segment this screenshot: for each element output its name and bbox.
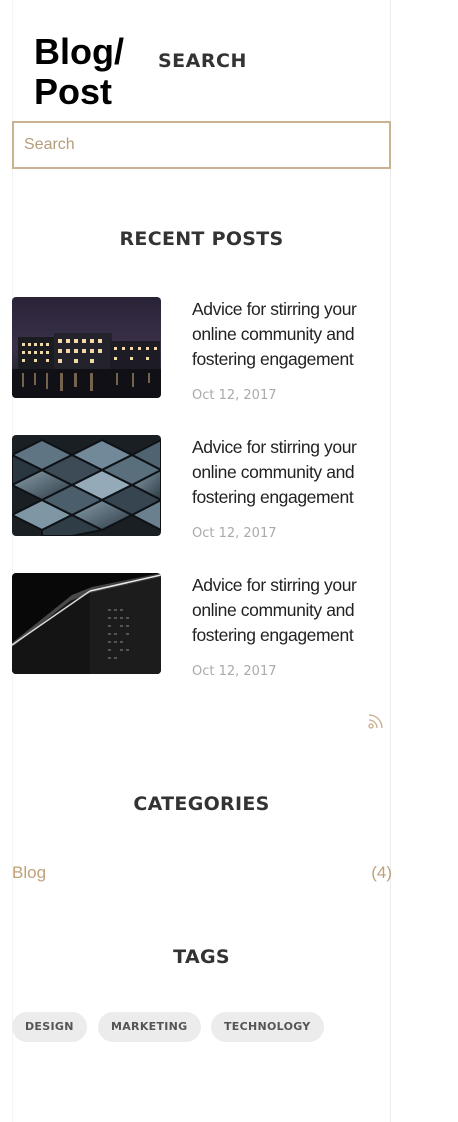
page-title-line-2: Post — [34, 71, 113, 112]
tag-marketing[interactable]: MARKETING — [98, 1012, 201, 1042]
post-date: Oct 12, 2017 — [192, 526, 277, 541]
post-thumbnail-night-city[interactable] — [12, 297, 161, 398]
tag-design[interactable]: DESIGN — [12, 1012, 87, 1042]
category-item: Blog (4) — [12, 863, 392, 889]
post-date: Oct 12, 2017 — [192, 664, 277, 679]
page-title: Blog/ Post — [34, 32, 154, 112]
categories-heading: CATEGORIES — [133, 793, 270, 815]
tags-heading: TAGS — [173, 946, 230, 968]
glass-cubes-image — [12, 435, 161, 536]
post-thumbnail-dark-skyscraper[interactable] — [12, 573, 161, 674]
night-city-buildings-image — [12, 297, 161, 398]
post-date: Oct 12, 2017 — [192, 388, 277, 403]
page-title-line-1: Blog/ — [34, 31, 124, 72]
dark-skyscraper-image — [12, 573, 161, 674]
post-title-link[interactable]: Advice for stirring your online communit… — [192, 573, 391, 648]
recent-post-item: Advice for stirring your online communit… — [12, 297, 391, 407]
category-count: (4) — [371, 863, 392, 882]
search-input[interactable] — [12, 121, 391, 169]
post-title-link[interactable]: Advice for stirring your online communit… — [192, 435, 391, 510]
search-heading: SEARCH — [158, 50, 247, 72]
category-link-blog[interactable]: Blog — [12, 863, 46, 883]
post-title-link[interactable]: Advice for stirring your online communit… — [192, 297, 391, 372]
rss-icon[interactable] — [366, 711, 386, 731]
recent-post-item: Advice for stirring your online communit… — [12, 435, 391, 545]
recent-post-item: Advice for stirring your online communit… — [12, 573, 391, 683]
post-thumbnail-glass-cubes[interactable] — [12, 435, 161, 536]
recent-posts-heading: RECENT POSTS — [119, 228, 284, 250]
tag-technology[interactable]: TECHNOLOGY — [211, 1012, 324, 1042]
